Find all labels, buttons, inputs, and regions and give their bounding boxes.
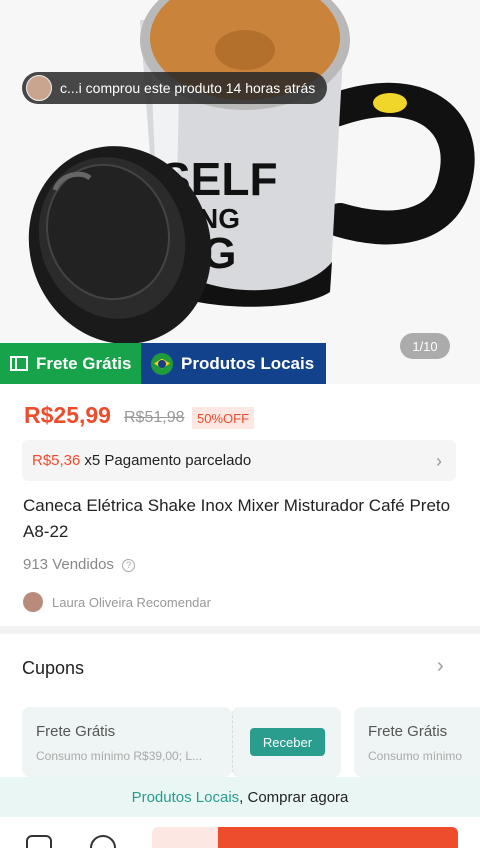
coupon-title: Frete Grátis [368,723,448,740]
recent-purchase-toast: c...i comprou este produto 14 horas atrá… [22,72,328,104]
buy-now-button[interactable] [218,827,458,848]
product-photo: SELF RING IG [0,0,480,384]
coupons-title: Cupons [22,658,85,678]
coupon-title: Frete Grátis [36,723,116,740]
local-products-banner[interactable]: Produtos Locais , Comprar agora [0,777,480,817]
image-counter: 1/10 [400,333,450,359]
toast-text: c...i comprou este produto 14 horas atrá… [60,80,316,96]
coupon-receive-area: Receber [232,707,341,777]
buyer-avatar [26,75,52,101]
buy-now-text: , Comprar agora [239,788,349,806]
add-to-cart-button[interactable] [152,827,218,848]
installment-text: x5 Pagamento parcelado [84,452,252,469]
product-image-carousel[interactable]: SELF RING IG c...i comprou este produto … [0,0,480,384]
local-products-link[interactable]: Produtos Locais [132,789,240,806]
coupon-subtitle: Consumo mínimo R$39,00; L... [36,749,203,763]
discount-badge: 50%OFF [192,407,255,429]
coupons-chevron-icon[interactable]: › [437,655,444,678]
help-icon[interactable]: ? [122,559,136,572]
product-title: Caneca Elétrica Shake Inox Mixer Mistura… [23,496,451,541]
store-icon[interactable] [26,835,52,848]
sold-count-text: 913 Vendidos [23,556,114,573]
current-price: R$25,99 [24,402,111,428]
bottom-action-bar [0,817,480,848]
recommender-avatar [23,592,43,612]
receive-coupon-button[interactable]: Receber [250,728,325,756]
chevron-right-icon: › [436,451,442,471]
original-price: R$51,98 [124,409,185,426]
recommendation-text: Laura Oliveira Recomendar [52,594,211,610]
sold-count: 913 Vendidos ? [23,556,136,573]
local-products-label: Produtos Locais [181,353,315,373]
installment-row[interactable]: R$5,36 x5 Pagamento parcelado › [22,440,456,481]
free-shipping-badge: Frete Grátis [0,343,141,384]
installment-amount: R$5,36 [32,452,81,469]
coupon-card: Frete Grátis Consumo mínimo [354,707,480,777]
recommendation-row: Laura Oliveira Recomendar [23,592,211,612]
brazil-flag-icon [151,352,173,375]
shipping-icon [10,356,28,371]
coupon-card: Frete Grátis Consumo mínimo R$39,00; L..… [22,707,232,777]
chat-icon[interactable] [90,835,116,848]
coupon-subtitle: Consumo mínimo [368,749,463,763]
free-shipping-label: Frete Grátis [36,353,132,373]
local-products-badge: Produtos Locais [141,343,326,384]
